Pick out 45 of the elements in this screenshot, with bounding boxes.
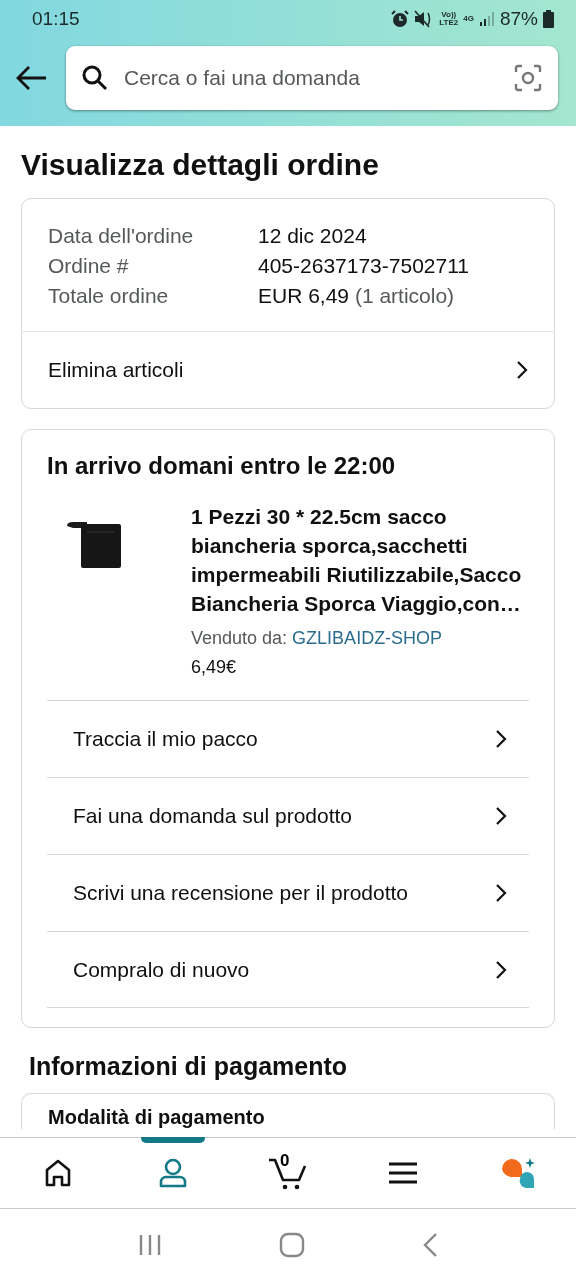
section-heading: Informazioni di pagamento [29, 1052, 349, 1081]
action-row[interactable]: Scrivi una recensione per il prodotto [47, 854, 529, 931]
chevron-right-icon [495, 806, 507, 826]
nav-tab[interactable]: 0 [230, 1138, 346, 1208]
back-arrow-icon[interactable] [16, 65, 48, 91]
cart-count: 0 [280, 1151, 290, 1171]
back-icon[interactable] [421, 1232, 438, 1258]
card-title: Modalità di pagamento [48, 1106, 266, 1129]
battery-icon [543, 10, 554, 28]
action-row[interactable]: Traccia il mio pacco [47, 700, 529, 777]
lte-label: LTE2 [439, 19, 459, 27]
recent-apps-icon[interactable] [138, 1233, 163, 1257]
seller-link[interactable]: GZLIBAIDZ-SHOP [292, 628, 443, 648]
volte-label: Vo)) [441, 11, 457, 19]
camera-scan-icon[interactable] [514, 64, 542, 92]
chevron-right-icon [495, 729, 507, 749]
summary-value: 12 dic 2024 [258, 223, 368, 249]
page-title: Visualizza dettagli ordine [21, 148, 380, 182]
action-row[interactable]: Compralo di nuovo [47, 931, 529, 1008]
signal-icon [478, 11, 495, 27]
delivery-heading: In arrivo domani entro le 22:00 [47, 452, 397, 480]
seller-line: Venduto da: GZLIBAIDZ-SHOP [191, 628, 444, 649]
alarm-icon [391, 10, 410, 28]
summary-label: Ordine # [48, 253, 130, 279]
search-field[interactable]: Cerca o fai una domanda [122, 65, 500, 91]
chevron-right-icon [495, 959, 507, 980]
menu-icon [387, 1161, 420, 1185]
cart-icon [267, 1156, 309, 1190]
clock: 01:15 [32, 8, 80, 30]
home-button-icon[interactable] [279, 1232, 305, 1258]
summary-value: 405-2637173-7502711 [258, 253, 470, 279]
product-title[interactable]: 1 Pezzi 30 * 22.5cm sacco biancheria sporca,sacchetti impermeabili Riutilizzabile,Sacco Biancheria Sporca Viaggio,con… [191, 502, 529, 618]
summary-label: Data dell'ordine [48, 223, 195, 249]
action-row[interactable]: Fai una domanda sul prodotto [47, 777, 529, 854]
search-icon [82, 65, 108, 91]
summary-label: Totale ordine [48, 283, 170, 309]
chat-bubbles-icon [500, 1157, 537, 1189]
network-label: 4G [463, 15, 474, 23]
product-price: 6,49€ [191, 657, 237, 677]
summary-value: EUR 6,49 (1 articolo) [258, 283, 456, 309]
battery-level: 87% [499, 8, 538, 30]
search-bar[interactable]: Cerca o fai una domanda [66, 46, 558, 110]
chevron-right-icon [495, 883, 507, 903]
chevron-right-icon [516, 360, 528, 380]
delete-items-row[interactable]: Elimina articoli [22, 331, 554, 408]
